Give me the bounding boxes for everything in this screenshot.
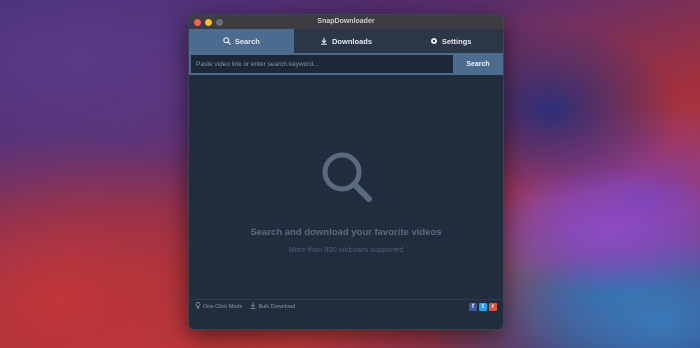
tab-downloads[interactable]: Downloads xyxy=(294,29,399,53)
search-bar: Search xyxy=(189,53,503,75)
tab-search[interactable]: Search xyxy=(189,29,294,53)
facebook-icon[interactable]: f xyxy=(469,302,477,311)
empty-state-subheading: More than 900 websites supported xyxy=(288,245,404,254)
tab-settings-label: Settings xyxy=(441,36,472,46)
tab-search-label: Search xyxy=(234,36,260,46)
bulk-download-link[interactable]: Bulk Download xyxy=(250,302,295,311)
bulb-icon xyxy=(195,302,201,311)
bulk-download-icon xyxy=(250,302,256,311)
magnifier-icon xyxy=(319,149,375,210)
tab-bar: Search Downloads Settings xyxy=(189,29,503,53)
search-icon xyxy=(223,37,231,45)
reddit-icon[interactable]: r xyxy=(489,302,497,311)
twitter-icon[interactable]: t xyxy=(479,302,487,311)
download-icon xyxy=(320,37,328,45)
footer-bar: One-Click Mode Bulk Download f t r xyxy=(189,299,503,313)
desktop-wallpaper: SnapDownloader Search Downloads Settings xyxy=(0,0,700,348)
bulk-download-label: Bulk Download xyxy=(258,303,296,310)
empty-state-heading: Search and download your favorite videos xyxy=(250,227,442,238)
tab-downloads-label: Downloads xyxy=(332,36,373,46)
empty-state-panel: Search and download your favorite videos… xyxy=(189,75,503,313)
search-button[interactable]: Search xyxy=(453,55,503,73)
search-input[interactable] xyxy=(191,55,453,73)
window-title: SnapDownloader xyxy=(317,18,375,25)
tab-settings[interactable]: Settings xyxy=(398,29,503,53)
gear-icon xyxy=(430,37,438,45)
app-window: SnapDownloader Search Downloads Settings xyxy=(188,14,504,330)
social-links: f t r xyxy=(469,302,497,311)
one-click-mode-label: One-Click Mode xyxy=(203,303,243,310)
one-click-mode-link[interactable]: One-Click Mode xyxy=(195,302,242,311)
title-bar[interactable]: SnapDownloader xyxy=(189,15,503,29)
